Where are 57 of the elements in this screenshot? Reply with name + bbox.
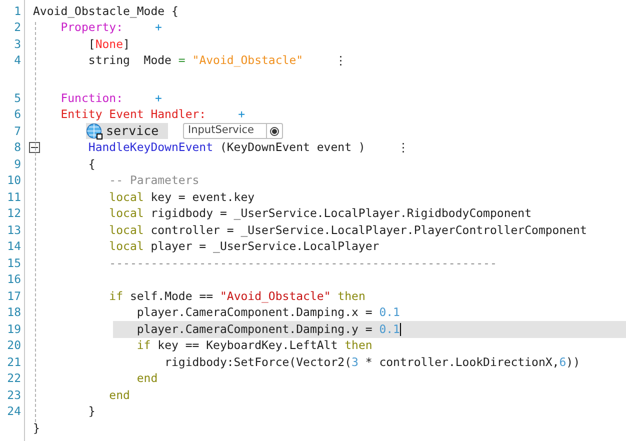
- code-line: Function:: [60, 90, 124, 107]
- line-number: 21: [7, 354, 21, 371]
- line-number: 5: [14, 90, 21, 107]
- code-line: player.CameraComponent.Damping.y = 0.1: [136, 320, 401, 338]
- add-button[interactable]: +: [234, 109, 250, 120]
- code-line: end: [109, 386, 130, 404]
- line-number: 14: [7, 238, 21, 256]
- code-line: --------------------------------------------------------: [109, 254, 497, 272]
- code-line: [None]: [88, 36, 130, 53]
- add-button[interactable]: +: [151, 22, 166, 34]
- line-number: 8: [14, 139, 21, 156]
- line-number: 12: [7, 205, 21, 222]
- more-button[interactable]: ⋮: [393, 142, 414, 154]
- code-line: end: [136, 370, 158, 388]
- globe-icon: [86, 122, 103, 140]
- code-line: HandleKeyDownEvent (KeyDownEvent event ): [88, 139, 366, 156]
- code-line: string Mode = "Avoid_Obstacle": [88, 52, 304, 70]
- service-field[interactable]: InputService: [183, 123, 283, 140]
- line-number: 2: [14, 19, 21, 36]
- line-number: 22: [7, 370, 21, 388]
- line-number: 4: [14, 52, 21, 70]
- code-line: local key = event.key: [109, 188, 255, 206]
- code-line: local player = _UserService.LocalPlayer: [109, 238, 380, 256]
- code-line: local rigidbody = _UserService.LocalPlayer.RigidbodyComponent: [109, 205, 532, 222]
- code-line: Property:: [60, 19, 124, 36]
- line-number: 20: [7, 337, 21, 354]
- line-number: 19: [7, 320, 21, 338]
- service-label: service: [106, 122, 159, 140]
- code-line: {: [88, 156, 96, 173]
- line-number: 18: [7, 304, 21, 322]
- line-number: 11: [7, 188, 21, 206]
- collapse-icon[interactable]: [29, 142, 40, 154]
- code-line: local controller = _UserService.LocalPlayer.PlayerControllerComponent: [109, 222, 587, 239]
- code-line: -- Parameters: [109, 172, 200, 190]
- line-number: 7: [14, 122, 21, 140]
- add-button[interactable]: +: [151, 92, 166, 104]
- line-number: 15: [7, 254, 21, 272]
- code-line: if key == KeyboardKey.LeftAlt then: [136, 337, 372, 354]
- line-number: 23: [7, 386, 21, 404]
- line-number: 10: [7, 172, 21, 190]
- code-line: }: [33, 420, 40, 437]
- code-line: }: [88, 403, 96, 420]
- service-value: InputService: [187, 123, 255, 138]
- code-line: player.CameraComponent.Damping.x = 0.1: [136, 304, 400, 322]
- line-number: 24: [7, 403, 21, 420]
- line-number: 17: [7, 288, 21, 305]
- line-number: 6: [14, 106, 21, 124]
- line-number: 3: [14, 36, 21, 53]
- code-line: if self.Mode == "Avoid_Obstacle" then: [109, 288, 366, 305]
- more-button[interactable]: ⋮: [331, 55, 352, 66]
- code-line: rigidbody:SetForce(Vector2(3 * controller.LookDirectionX,6)): [164, 354, 580, 371]
- code-line: Entity Event Handler:: [60, 106, 206, 124]
- code-line: Avoid_Obstacle_Mode {: [33, 2, 178, 20]
- line-number: 13: [7, 222, 21, 239]
- line-number: 16: [7, 271, 21, 288]
- line-number: 1: [14, 2, 21, 20]
- line-number: 9: [14, 156, 21, 173]
